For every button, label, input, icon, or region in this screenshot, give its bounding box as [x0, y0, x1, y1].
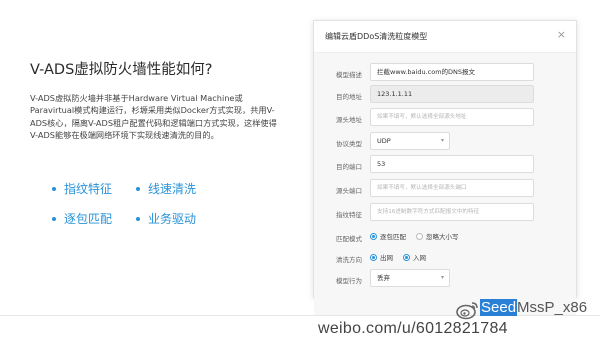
field-label: 模型描述 [336, 71, 362, 79]
row-src-ip: 源头地址 如果不填写，默认选择全部源头地址 [314, 108, 576, 128]
field-label: 协议类型 [336, 140, 362, 148]
bullet-icon [136, 216, 140, 221]
radio-label: 出网 [380, 254, 393, 262]
protocol-value: UDP [377, 137, 391, 145]
radio-outbound[interactable]: 出网 [370, 252, 393, 262]
direction-radio-group: 出网 入网 [370, 252, 436, 262]
radio-label: 逐包匹配 [380, 233, 406, 241]
feature-label: 线速清洗 [148, 182, 197, 196]
chevron-down-icon: ▾ [440, 274, 444, 281]
field-label: 清洗方向 [336, 256, 362, 264]
row-protocol: 协议类型 UDP ▾ [314, 132, 576, 152]
radio-unchecked-icon [416, 232, 423, 240]
row-fingerprint: 指纹特征 支持16进制数字符方式匹配报文中的特征 [314, 203, 576, 223]
intro-panel: V-ADS虚拟防火墙性能如何? V-ADS虚拟防火墙并非基于Hardware V… [0, 0, 300, 343]
match-mode-radio-group: 逐包匹配 忽略大小写 [370, 231, 469, 241]
watermark-username: SeedMssP_x86 [480, 299, 588, 316]
row-model-desc: 模型描述 拦截www.baidu.com的DNS报文 [314, 63, 576, 83]
field-label: 目的端口 [336, 163, 362, 171]
row-match-mode: 匹配模式 逐包匹配 忽略大小写 [314, 227, 576, 247]
page-title: V-ADS虚拟防火墙性能如何? [30, 62, 213, 78]
radio-checked-icon [370, 232, 377, 240]
edit-model-dialog: 编辑云盾DDoS清洗粒度模型 × 模型描述 拦截www.baidu.com的DN… [313, 20, 577, 315]
row-dst-ip: 目的地址 123.1.1.11 [314, 85, 576, 105]
radio-checked-icon [403, 253, 410, 261]
row-action: 模型行为 丢弃 ▾ [314, 269, 576, 289]
feature-business-driven: 业务驱动 [136, 210, 196, 227]
src-ip-input[interactable]: 如果不填写，默认选择全部源头地址 [370, 108, 534, 126]
action-value: 丢弃 [377, 274, 390, 282]
bullet-icon [136, 186, 140, 191]
radio-per-packet[interactable]: 逐包匹配 [370, 231, 406, 241]
bullet-icon [52, 186, 56, 191]
watermark-url: weibo.com/u/6012821784 [318, 320, 508, 337]
dialog-title: 编辑云盾DDoS清洗粒度模型 [325, 32, 428, 41]
dst-ip-input: 123.1.1.11 [370, 85, 534, 103]
radio-label: 忽略大小写 [426, 233, 459, 241]
field-label: 指纹特征 [336, 211, 362, 219]
action-select[interactable]: 丢弃 ▾ [370, 269, 450, 287]
field-label: 源头地址 [336, 116, 362, 124]
chevron-down-icon: ▾ [440, 137, 444, 144]
feature-per-packet: 逐包匹配 [52, 210, 112, 227]
feature-fingerprint: 指纹特征 [52, 180, 112, 197]
radio-label: 入网 [413, 254, 426, 262]
feature-label: 逐包匹配 [64, 212, 113, 226]
model-desc-input[interactable]: 拦截www.baidu.com的DNS报文 [370, 63, 534, 81]
weibo-logo-icon [456, 302, 478, 320]
dialog-body: 模型描述 拦截www.baidu.com的DNS报文 目的地址 123.1.1.… [314, 53, 576, 315]
field-label: 目的地址 [336, 93, 362, 101]
dst-port-input[interactable]: 53 [370, 155, 534, 173]
field-label: 匹配模式 [336, 235, 362, 243]
radio-ignore-case[interactable]: 忽略大小写 [416, 231, 459, 241]
intro-paragraph: V-ADS虚拟防火墙并非基于Hardware Virtual Machine或P… [30, 93, 277, 141]
row-dst-port: 目的端口 53 [314, 155, 576, 175]
field-label: 源头端口 [336, 187, 362, 195]
radio-checked-icon [370, 253, 377, 261]
row-direction: 清洗方向 出网 入网 [314, 248, 576, 268]
field-label: 模型行为 [336, 277, 362, 285]
radio-inbound[interactable]: 入网 [403, 252, 426, 262]
close-icon[interactable]: × [557, 29, 566, 41]
feature-label: 业务驱动 [148, 212, 197, 226]
row-src-port: 源头端口 如果不填写，默认选择全部源头端口 [314, 179, 576, 199]
src-port-input[interactable]: 如果不填写，默认选择全部源头端口 [370, 179, 534, 197]
protocol-select[interactable]: UDP ▾ [370, 132, 450, 150]
feature-label: 指纹特征 [64, 182, 113, 196]
fingerprint-input[interactable]: 支持16进制数字符方式匹配报文中的特征 [370, 203, 534, 221]
bullet-icon [52, 216, 56, 221]
dialog-header: 编辑云盾DDoS清洗粒度模型 × [314, 21, 576, 53]
feature-line-rate: 线速清洗 [136, 180, 196, 197]
